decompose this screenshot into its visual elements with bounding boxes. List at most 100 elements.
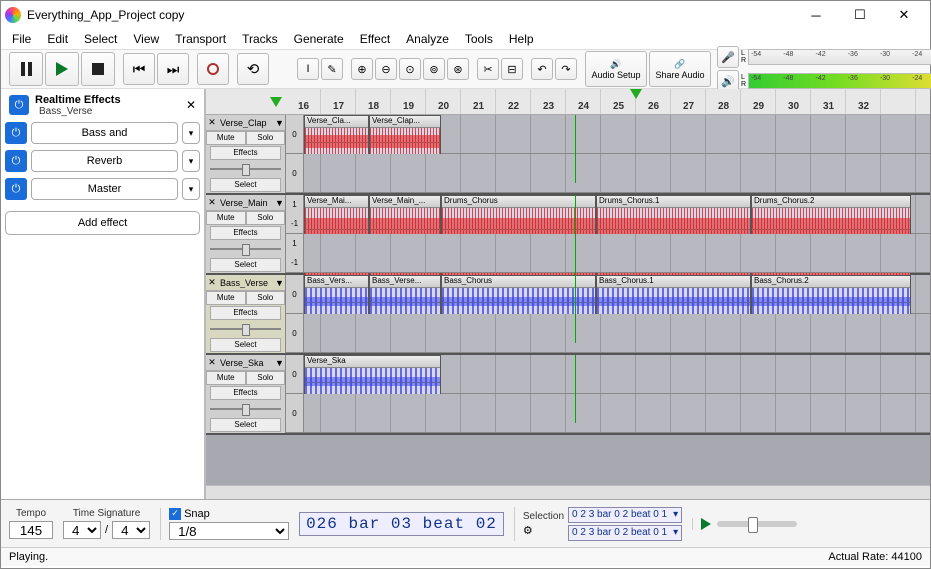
- gain-slider-0[interactable]: [210, 163, 281, 175]
- track-name-0[interactable]: Verse_Clap: [218, 118, 275, 128]
- snap-checkbox[interactable]: ✓: [169, 508, 181, 520]
- track-name-2[interactable]: Bass_Verse: [218, 278, 275, 288]
- effects-power-icon[interactable]: ⏻: [9, 95, 29, 115]
- solo-3[interactable]: Solo: [246, 371, 286, 385]
- effect-select-1[interactable]: Reverb: [31, 150, 178, 172]
- solo-0[interactable]: Solo: [246, 131, 286, 145]
- menu-generate[interactable]: Generate: [287, 30, 351, 48]
- share-audio-button[interactable]: 🔗 Share Audio: [649, 51, 711, 87]
- menu-edit[interactable]: Edit: [40, 30, 75, 48]
- menu-help[interactable]: Help: [502, 30, 541, 48]
- skip-end-button[interactable]: ⏭: [157, 53, 189, 85]
- snap-value[interactable]: 1/8: [169, 522, 289, 540]
- effects-btn-0[interactable]: Effects: [210, 146, 281, 160]
- record-meter-icon[interactable]: 🎤: [717, 46, 739, 68]
- track-menu-1[interactable]: ▼: [275, 198, 285, 208]
- effect-power-1[interactable]: ⏻: [5, 150, 27, 172]
- stop-button[interactable]: [81, 52, 115, 86]
- tempo-input[interactable]: [9, 521, 53, 539]
- timeline-ruler[interactable]: 1617181920212223242526272829303132: [206, 89, 930, 115]
- menu-transport[interactable]: Transport: [168, 30, 233, 48]
- gain-slider-2[interactable]: [210, 323, 281, 335]
- solo-2[interactable]: Solo: [246, 291, 286, 305]
- timeline-start-marker[interactable]: [270, 97, 282, 107]
- envelope-tool[interactable]: ✎: [321, 58, 343, 80]
- track-close-3[interactable]: ✕: [206, 357, 218, 368]
- select-btn-3[interactable]: Select: [210, 418, 281, 432]
- status-bar: Playing. Actual Rate: 44100: [1, 547, 930, 566]
- position-display[interactable]: 026 bar 03 beat 02: [299, 512, 504, 536]
- select-btn-1[interactable]: Select: [210, 258, 281, 272]
- record-button[interactable]: [197, 53, 229, 85]
- menu-view[interactable]: View: [126, 30, 166, 48]
- mute-0[interactable]: Mute: [206, 131, 246, 145]
- effect-expand-1[interactable]: ▾: [182, 150, 200, 172]
- zoom-toggle-button[interactable]: ⊛: [447, 58, 469, 80]
- effects-btn-3[interactable]: Effects: [210, 386, 281, 400]
- select-btn-2[interactable]: Select: [210, 338, 281, 352]
- select-btn-0[interactable]: Select: [210, 178, 281, 192]
- silence-button[interactable]: ⊟: [501, 58, 523, 80]
- undo-button[interactable]: ↶: [531, 58, 553, 80]
- effects-btn-1[interactable]: Effects: [210, 226, 281, 240]
- track-close-2[interactable]: ✕: [206, 277, 218, 288]
- effect-row-0: ⏻ Bass and ▾: [5, 121, 200, 145]
- mute-2[interactable]: Mute: [206, 291, 246, 305]
- skip-start-button[interactable]: ⏮: [123, 53, 155, 85]
- timesig-num[interactable]: 4: [63, 521, 101, 539]
- audio-setup-button[interactable]: 🔊 Audio Setup: [585, 51, 647, 87]
- track-close-1[interactable]: ✕: [206, 197, 218, 208]
- effects-btn-2[interactable]: Effects: [210, 306, 281, 320]
- zoom-in-button[interactable]: ⊕: [351, 58, 373, 80]
- track-menu-3[interactable]: ▼: [275, 358, 285, 368]
- gain-slider-3[interactable]: [210, 403, 281, 415]
- timesig-den[interactable]: 4: [112, 521, 150, 539]
- gear-icon[interactable]: ⚙: [523, 524, 564, 537]
- minimize-button[interactable]: ─: [794, 1, 838, 29]
- track-2: ✕Bass_Verse▼ MuteSolo Effects Select0Bas…: [206, 275, 930, 355]
- solo-1[interactable]: Solo: [246, 211, 286, 225]
- pause-button[interactable]: [9, 52, 43, 86]
- track-menu-0[interactable]: ▼: [275, 118, 285, 128]
- menu-select[interactable]: Select: [77, 30, 124, 48]
- trim-button[interactable]: ✂: [477, 58, 499, 80]
- loop-button[interactable]: ⟲: [237, 53, 269, 85]
- effect-expand-0[interactable]: ▾: [182, 122, 200, 144]
- status-right: Actual Rate: 44100: [828, 551, 922, 563]
- add-effect-button[interactable]: Add effect: [5, 211, 200, 235]
- effect-power-0[interactable]: ⏻: [5, 122, 27, 144]
- menu-analyze[interactable]: Analyze: [399, 30, 456, 48]
- effect-power-2[interactable]: ⏻: [5, 178, 27, 200]
- close-button[interactable]: ✕: [882, 1, 926, 29]
- zoom-out-button[interactable]: ⊖: [375, 58, 397, 80]
- effect-select-2[interactable]: Master: [31, 178, 178, 200]
- maximize-button[interactable]: ☐: [838, 1, 882, 29]
- track-name-3[interactable]: Verse_Ska: [218, 358, 275, 368]
- close-panel-button[interactable]: ✕: [186, 98, 196, 112]
- redo-button[interactable]: ↷: [555, 58, 577, 80]
- track-name-1[interactable]: Verse_Main: [218, 198, 275, 208]
- menu-file[interactable]: File: [5, 30, 38, 48]
- playback-speed-slider[interactable]: [717, 521, 797, 527]
- gain-slider-1[interactable]: [210, 243, 281, 255]
- effect-row-1: ⏻ Reverb ▾: [5, 149, 200, 173]
- track-close-0[interactable]: ✕: [206, 117, 218, 128]
- horizontal-scrollbar[interactable]: [206, 485, 930, 499]
- mute-1[interactable]: Mute: [206, 211, 246, 225]
- fit-selection-button[interactable]: ⊙: [399, 58, 421, 80]
- record-meter[interactable]: -54-48-42-36-30-24-18-12-6: [748, 49, 931, 65]
- effect-select-0[interactable]: Bass and: [31, 122, 178, 144]
- track-menu-2[interactable]: ▼: [275, 278, 285, 288]
- menu-tools[interactable]: Tools: [458, 30, 500, 48]
- effect-expand-2[interactable]: ▾: [182, 178, 200, 200]
- selection-start[interactable]: 0 2 3 bar 0 2 beat 0 1 ▾: [568, 507, 682, 523]
- play-button[interactable]: [45, 52, 79, 86]
- selection-end[interactable]: 0 2 3 bar 0 2 beat 0 1 ▾: [568, 525, 682, 541]
- playback-meter[interactable]: -54-48-42-36-30-24-18-12-6: [748, 73, 931, 89]
- selection-tool[interactable]: I: [297, 58, 319, 80]
- play-at-speed-button[interactable]: [701, 518, 711, 530]
- menu-tracks[interactable]: Tracks: [235, 30, 285, 48]
- menu-effect[interactable]: Effect: [353, 30, 397, 48]
- mute-3[interactable]: Mute: [206, 371, 246, 385]
- fit-project-button[interactable]: ⊚: [423, 58, 445, 80]
